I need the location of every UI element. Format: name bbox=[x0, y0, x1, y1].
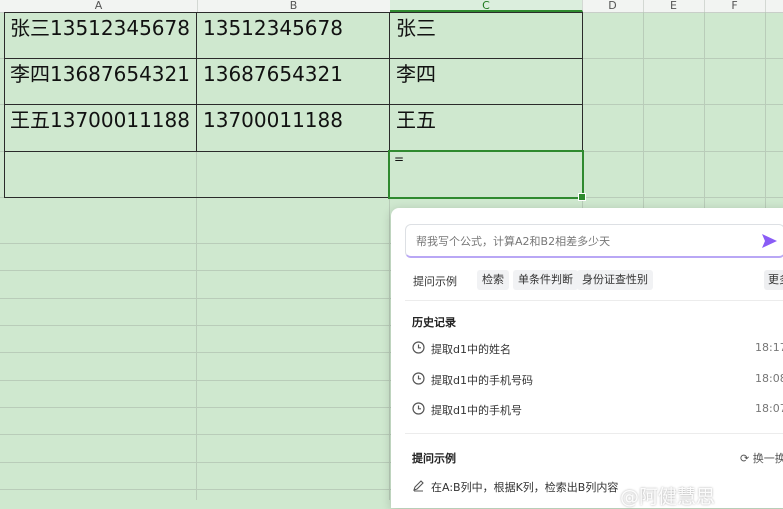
chips-label: 提问示例 bbox=[413, 275, 457, 288]
column-header-d[interactable]: D bbox=[582, 0, 644, 12]
cell-c1[interactable]: 张三 bbox=[390, 14, 582, 42]
cell-b2[interactable]: 13687654321 bbox=[197, 60, 389, 88]
refresh-icon: ⟳ bbox=[740, 452, 750, 465]
grid-line bbox=[0, 104, 783, 105]
active-cell-formula: = bbox=[394, 152, 405, 166]
watermark: @阿健慧思 bbox=[620, 486, 716, 508]
examples-title: 提问示例 bbox=[412, 452, 456, 465]
cell-b1[interactable]: 13512345678 bbox=[197, 14, 389, 42]
column-header-b[interactable]: B bbox=[197, 0, 391, 12]
divider bbox=[405, 433, 783, 434]
history-time: 18:17 bbox=[755, 341, 783, 354]
history-time: 18:07 bbox=[755, 402, 783, 415]
example-chips: 提问示例 检索 单条件判断 身份证查性别 更多 ^ bbox=[405, 270, 783, 292]
history-item[interactable]: 提取d1中的手机号 18:07 bbox=[412, 401, 783, 419]
example-text: 在A:B列中，根据K列，检索出B列内容 bbox=[431, 481, 619, 494]
clock-icon bbox=[412, 372, 425, 385]
chip-id-gender[interactable]: 身份证查性别 bbox=[577, 270, 653, 290]
prompt-box bbox=[405, 224, 783, 258]
example-item[interactable]: 在A:B列中，根据K列，检索出B列内容 bbox=[412, 478, 783, 496]
column-header-e[interactable]: E bbox=[643, 0, 705, 12]
pen-icon bbox=[413, 480, 424, 492]
history-item[interactable]: 提取d1中的姓名 18:17 bbox=[412, 340, 783, 358]
ai-formula-panel: 提问示例 检索 单条件判断 身份证查性别 更多 ^ 历史记录 提取d1中的姓名 … bbox=[391, 208, 783, 508]
history-text: 提取d1中的手机号 bbox=[431, 404, 522, 417]
cell-a3[interactable]: 王五13700011188 bbox=[4, 106, 198, 134]
cell-c3[interactable]: 王五 bbox=[390, 106, 582, 134]
column-header-a[interactable]: A bbox=[0, 0, 198, 12]
prompt-input[interactable] bbox=[414, 225, 748, 257]
clock-icon bbox=[412, 402, 425, 415]
more-button[interactable]: 更多 ^ bbox=[764, 270, 783, 290]
refresh-button[interactable]: ⟳ 换一换 bbox=[740, 450, 783, 466]
cell-c2[interactable]: 李四 bbox=[390, 60, 582, 88]
grid-line bbox=[0, 58, 783, 59]
history-text: 提取d1中的姓名 bbox=[431, 343, 511, 356]
cell-b3[interactable]: 13700011188 bbox=[197, 106, 389, 134]
divider bbox=[405, 300, 783, 301]
history-time: 18:08 bbox=[755, 372, 783, 385]
fill-handle[interactable] bbox=[578, 193, 586, 201]
chip-single-condition[interactable]: 单条件判断 bbox=[513, 270, 578, 290]
column-header-c[interactable]: C bbox=[390, 0, 583, 12]
refresh-label: 换一换 bbox=[752, 452, 783, 465]
clock-icon bbox=[412, 341, 425, 354]
chip-search[interactable]: 检索 bbox=[477, 270, 509, 290]
history-title: 历史记录 bbox=[412, 316, 456, 329]
column-header-f[interactable]: F bbox=[704, 0, 766, 12]
cell-a1[interactable]: 张三13512345678 bbox=[4, 14, 198, 42]
history-text: 提取d1中的手机号码 bbox=[431, 374, 533, 387]
cell-a2[interactable]: 李四13687654321 bbox=[4, 60, 198, 88]
history-item[interactable]: 提取d1中的手机号码 18:08 bbox=[412, 371, 783, 389]
active-cell-c4[interactable]: = bbox=[388, 150, 586, 201]
send-icon[interactable] bbox=[758, 230, 780, 252]
